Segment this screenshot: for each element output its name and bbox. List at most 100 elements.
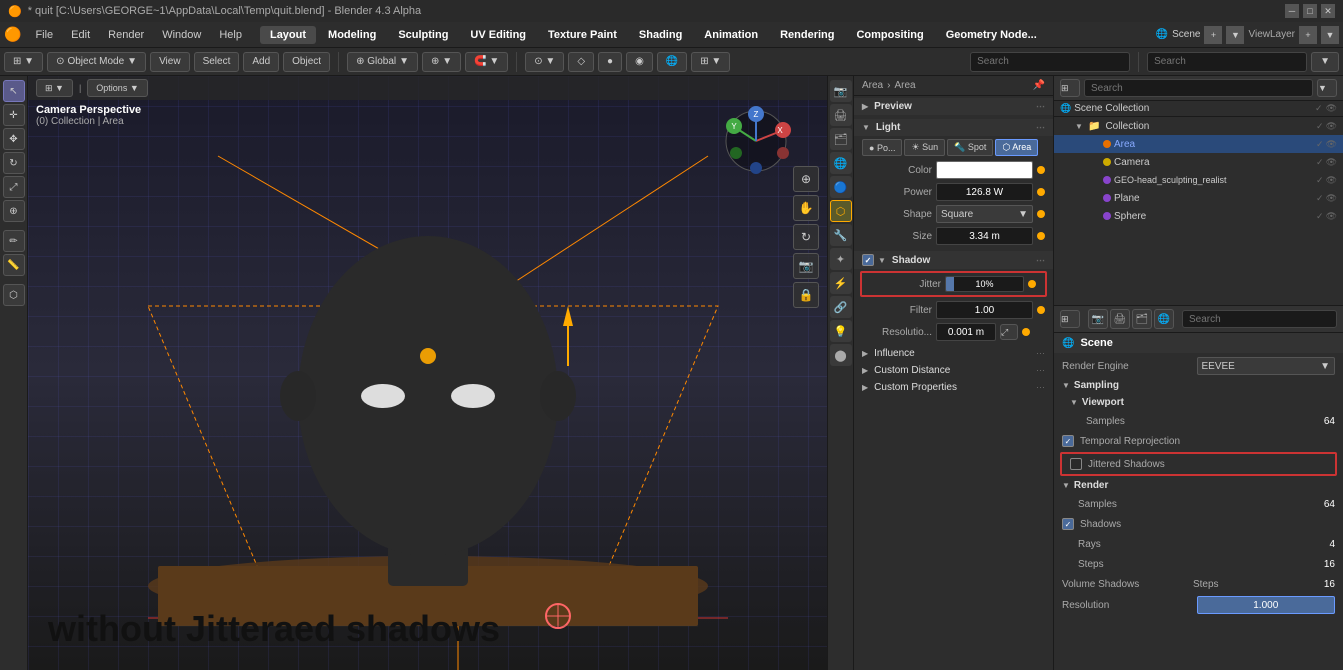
shading-solid-btn[interactable]: ● — [598, 52, 622, 72]
prop-pin-icon[interactable]: 📌 — [1033, 80, 1045, 91]
viewport-tool-pan[interactable]: ✋ — [793, 195, 819, 221]
tree-item-area[interactable]: Area ✓ 👁 — [1054, 135, 1343, 153]
custom-props-row[interactable]: ▶ Custom Properties ⋯ — [854, 379, 1053, 396]
prop-tab-material[interactable]: ⬤ — [830, 344, 852, 366]
geo-check-icon[interactable]: ✓ — [1316, 175, 1324, 186]
close-button[interactable]: ✕ — [1321, 4, 1335, 18]
resolution-expand-btn[interactable]: ⤢ — [1000, 324, 1018, 340]
proportional-btn[interactable]: ⊕ ▼ — [422, 52, 461, 72]
menu-edit[interactable]: Edit — [63, 27, 98, 43]
tree-item-plane[interactable]: Plane ✓ 👁 — [1054, 189, 1343, 207]
menu-render[interactable]: Render — [100, 27, 152, 43]
prop-tab-world[interactable]: 🔵 — [830, 176, 852, 198]
workspace-geometry-nodes[interactable]: Geometry Node... — [936, 26, 1047, 44]
sp-tab-output[interactable]: 🖨 — [1110, 309, 1130, 329]
shadow-header[interactable]: ✓ ▼ Shadow ⋯ — [854, 251, 1053, 269]
filter-btn[interactable]: ▼ — [1311, 52, 1339, 72]
workspace-shading[interactable]: Shading — [629, 26, 692, 44]
plane-eye-icon[interactable]: 👁 — [1326, 193, 1337, 204]
geo-eye-icon[interactable]: 👁 — [1326, 175, 1337, 186]
overlay-btn[interactable]: ⊙ ▼ — [525, 52, 564, 72]
workspace-layout[interactable]: Layout — [260, 26, 316, 44]
tree-item-camera[interactable]: Camera ✓ 👁 — [1054, 153, 1343, 171]
scene-collection-check[interactable]: ✓ — [1315, 103, 1323, 114]
outliner-filter-btn[interactable]: ▼ — [1317, 79, 1337, 97]
tool-rotate[interactable]: ↻ — [3, 152, 25, 174]
resolution-value[interactable]: 0.001 m — [936, 323, 996, 341]
sp-tab-render[interactable]: 📷 — [1088, 309, 1108, 329]
shadows-checkbox[interactable]: ✓ — [1062, 518, 1074, 530]
scene-add-btn[interactable]: + — [1204, 26, 1222, 44]
workspace-animation[interactable]: Animation — [694, 26, 768, 44]
workspace-modeling[interactable]: Modeling — [318, 26, 386, 44]
prop-tab-physics[interactable]: ⚡ — [830, 272, 852, 294]
prop-tab-output[interactable]: 🖨 — [830, 104, 852, 126]
power-dot[interactable] — [1037, 188, 1045, 196]
snap-btn[interactable]: 🧲 ▼ — [465, 52, 508, 72]
color-swatch[interactable] — [936, 161, 1033, 179]
add-btn[interactable]: Add — [243, 52, 279, 72]
prop-tab-object[interactable]: ⬡ — [830, 200, 852, 222]
influence-row[interactable]: ▶ Influence ⋯ — [854, 345, 1053, 362]
collection-eye-icon[interactable]: 👁 — [1326, 121, 1337, 132]
tool-scale[interactable]: ⤢ — [3, 176, 25, 198]
menu-file[interactable]: File — [27, 27, 61, 43]
tool-annotate[interactable]: ✏ — [3, 230, 25, 252]
prop-tab-data[interactable]: 💡 — [830, 320, 852, 342]
jitter-dot[interactable] — [1028, 280, 1036, 288]
scene-options-btn[interactable]: ▼ — [1226, 26, 1244, 44]
collection-check-icon[interactable]: ✓ — [1316, 121, 1324, 132]
sp-tab-scene[interactable]: 🌐 — [1154, 309, 1174, 329]
object-btn[interactable]: Object — [283, 52, 330, 72]
workspace-uv-editing[interactable]: UV Editing — [460, 26, 536, 44]
power-value[interactable]: 126.8 W — [936, 183, 1033, 201]
search-input-secondary[interactable] — [1147, 52, 1307, 72]
shading-wire-btn[interactable]: ◇ — [568, 52, 594, 72]
viewport-tool-camera[interactable]: 📷 — [793, 253, 819, 279]
sphere-check-icon[interactable]: ✓ — [1316, 211, 1324, 222]
workspace-sculpting[interactable]: Sculpting — [388, 26, 458, 44]
search-input-main[interactable] — [970, 52, 1130, 72]
workspace-compositing[interactable]: Compositing — [846, 26, 933, 44]
shadow-checkbox[interactable]: ✓ — [862, 254, 874, 266]
filter-value[interactable]: 1.00 — [936, 301, 1033, 319]
tool-transform[interactable]: ⊕ — [3, 200, 25, 222]
scene-collection-eye[interactable]: 👁 — [1326, 103, 1337, 114]
outliner-type-btn[interactable]: ⊞ — [1060, 79, 1080, 97]
viewport-tool-zoom[interactable]: ⊕ — [793, 166, 819, 192]
light-type-area[interactable]: ⬡ Area — [995, 139, 1038, 156]
temporal-reprojection-checkbox[interactable]: ✓ — [1062, 435, 1074, 447]
menu-help[interactable]: Help — [211, 27, 250, 43]
light-header[interactable]: ▼ Light ⋯ — [854, 119, 1053, 136]
viewport-subsection[interactable]: ▼ Viewport — [1054, 394, 1343, 411]
shading-material-btn[interactable]: ◉ — [626, 52, 653, 72]
render-engine-dropdown[interactable]: EEVEE ▼ — [1197, 357, 1336, 375]
size-value[interactable]: 3.34 m — [936, 227, 1033, 245]
scene-props-search-input[interactable] — [1182, 310, 1337, 328]
prop-tab-modifiers[interactable]: 🔧 — [830, 224, 852, 246]
light-type-spot[interactable]: 🔦 Spot — [947, 139, 993, 156]
sampling-section[interactable]: ▼ Sampling — [1054, 377, 1343, 394]
transform-btn[interactable]: ⊕ Global ▼ — [347, 52, 418, 72]
light-type-point[interactable]: ● Po... — [862, 139, 902, 156]
tool-add[interactable]: ⬡ — [3, 284, 25, 306]
outliner-search-input[interactable] — [1084, 79, 1313, 97]
jitter-bar[interactable]: 10% — [945, 276, 1024, 292]
prop-tab-particles[interactable]: ✦ — [830, 248, 852, 270]
prop-tab-constraints[interactable]: 🔗 — [830, 296, 852, 318]
sp-resolution-value[interactable]: 1.000 — [1197, 596, 1336, 614]
area-eye-icon[interactable]: 👁 — [1326, 139, 1337, 150]
editor-type-btn[interactable]: ⊞ ▼ — [4, 52, 43, 72]
workspace-rendering[interactable]: Rendering — [770, 26, 844, 44]
custom-distance-row[interactable]: ▶ Custom Distance ⋯ — [854, 362, 1053, 379]
prop-tab-render[interactable]: 📷 — [830, 80, 852, 102]
plane-check-icon[interactable]: ✓ — [1316, 193, 1324, 204]
filter-dot[interactable] — [1037, 306, 1045, 314]
sphere-eye-icon[interactable]: 👁 — [1326, 211, 1337, 222]
viewlayer-options-btn[interactable]: ▼ — [1321, 26, 1339, 44]
viewport[interactable]: ⊞ ▼ | Options ▼ Camera Perspective (0) C… — [28, 76, 827, 670]
light-type-sun[interactable]: ☀ Sun — [904, 139, 945, 156]
maximize-button[interactable]: □ — [1303, 4, 1317, 18]
tree-item-sphere[interactable]: Sphere ✓ 👁 — [1054, 207, 1343, 225]
preview-header[interactable]: ▶ Preview ⋯ — [854, 98, 1053, 115]
